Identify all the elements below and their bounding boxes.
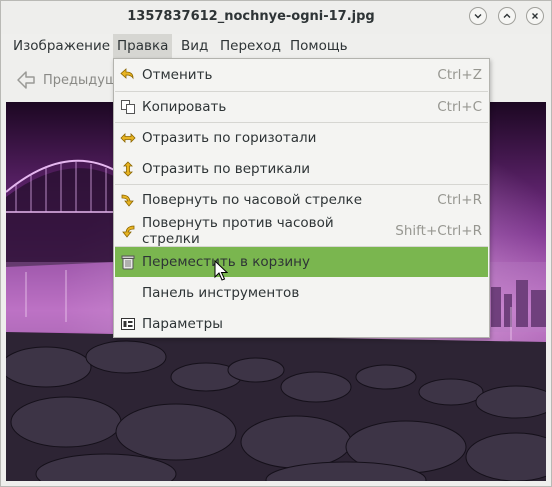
menu-item-label: Повернуть по часовой стрелке	[142, 192, 363, 208]
previous-button-label: Предыдущ	[43, 72, 118, 88]
menu-item-label: Переместить в корзину	[142, 254, 310, 270]
menu-item-move-to-trash[interactable]: Переместить в корзину	[115, 247, 488, 277]
menu-item-label: Копировать	[142, 99, 227, 115]
chevron-down-icon	[474, 14, 482, 19]
menu-item-toolbar-toggle[interactable]: Панель инструментов	[115, 278, 488, 308]
close-icon	[532, 13, 538, 19]
maximize-button[interactable]	[498, 7, 516, 25]
menu-item-preferences[interactable]: Параметры	[115, 309, 488, 339]
toolbar-toggle-blank	[120, 285, 136, 301]
window-title: 1357837612_nochnye-ogni-17.jpg	[127, 9, 375, 24]
menu-item-label: Отразить по вертикали	[142, 161, 311, 177]
menu-image[interactable]: Изображение	[9, 34, 114, 58]
image-viewer-window: 1357837612_nochnye-ogni-17.jpg Изображен…	[0, 0, 552, 487]
menu-edit[interactable]: Правка	[113, 34, 173, 58]
previous-button[interactable]: Предыдущ	[15, 67, 117, 93]
menu-item-shortcut: Ctrl+R	[437, 192, 482, 208]
menu-item-flip-vertical[interactable]: Отразить по вертикали	[115, 154, 488, 184]
menu-view[interactable]: Вид	[177, 34, 212, 58]
mouse-cursor-icon	[214, 260, 228, 281]
flip-horizontal-icon	[120, 130, 136, 146]
menu-item-label: Панель инструментов	[142, 285, 300, 301]
menu-item-label: Отменить	[142, 67, 213, 83]
rotate-clockwise-icon	[120, 192, 136, 208]
copy-icon	[120, 99, 136, 115]
flip-vertical-icon	[120, 161, 136, 177]
menu-item-label: Повернуть против часовой стрелки	[142, 215, 334, 247]
edit-menu-dropdown: Отменить Ctrl+Z Копировать Ctrl+C Отрази…	[113, 58, 490, 338]
minimize-button[interactable]	[469, 7, 487, 25]
preferences-icon	[120, 316, 136, 332]
close-button[interactable]	[526, 7, 544, 25]
menu-item-label: Отразить по горизотали	[142, 130, 317, 146]
menu-item-label: Параметры	[142, 316, 223, 332]
chevron-up-icon	[503, 13, 511, 18]
menu-item-undo[interactable]: Отменить Ctrl+Z	[115, 60, 488, 90]
rotate-counterclockwise-icon	[120, 223, 136, 239]
undo-icon	[120, 67, 136, 83]
menu-item-copy[interactable]: Копировать Ctrl+C	[115, 92, 488, 122]
menu-item-shortcut: Ctrl+C	[437, 99, 482, 115]
title-bar[interactable]: 1357837612_nochnye-ogni-17.jpg	[1, 1, 551, 34]
menu-bar: Изображение Правка Вид Переход Помощь	[1, 34, 551, 58]
menu-go[interactable]: Переход	[216, 34, 285, 58]
menu-item-rotate-counterclockwise[interactable]: Повернуть против часовой стрелки Shift+C…	[115, 215, 488, 247]
menu-item-rotate-clockwise[interactable]: Повернуть по часовой стрелке Ctrl+R	[115, 185, 488, 215]
arrow-left-icon	[17, 71, 35, 89]
trash-icon	[120, 254, 136, 270]
menu-help[interactable]: Помощь	[286, 34, 352, 58]
menu-item-shortcut: Ctrl+Z	[437, 67, 482, 83]
menu-item-flip-horizontal[interactable]: Отразить по горизотали	[115, 123, 488, 153]
menu-item-shortcut: Shift+Ctrl+R	[395, 223, 482, 239]
